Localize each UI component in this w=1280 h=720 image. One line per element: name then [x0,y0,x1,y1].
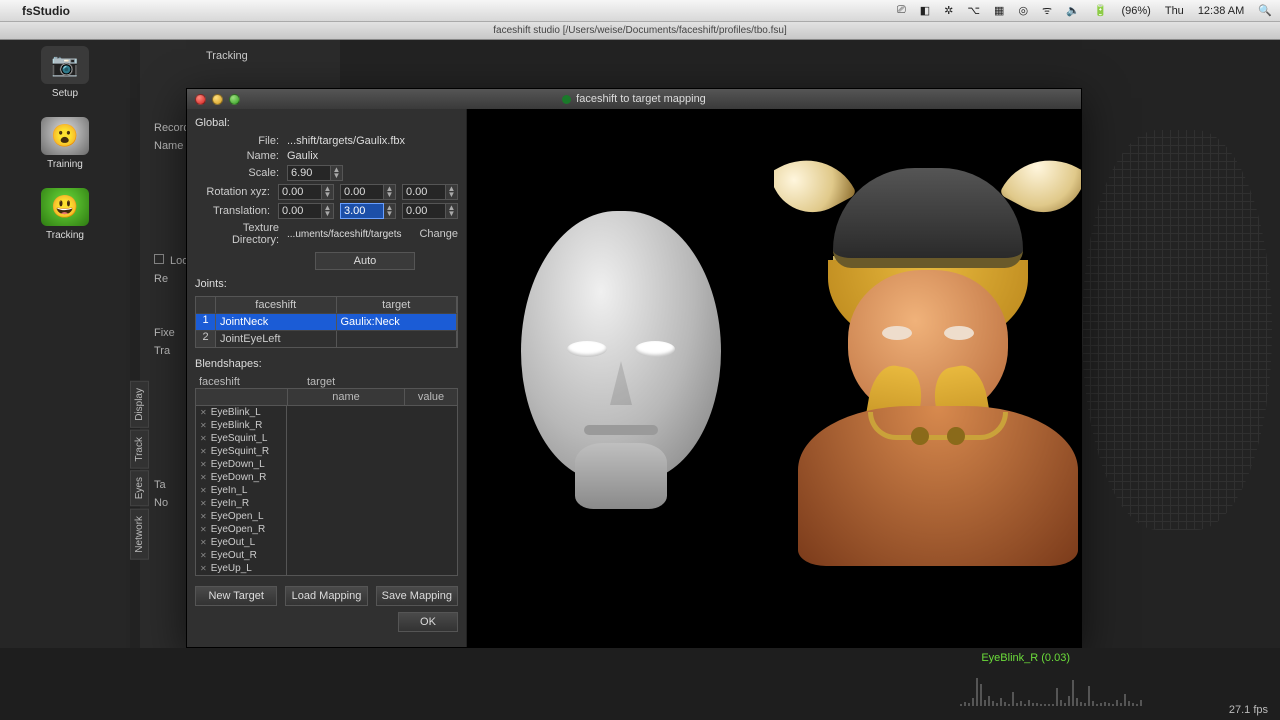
clock-day: Thu [1165,5,1184,17]
target-head-pane[interactable] [774,109,1081,647]
list-item[interactable]: EyeOpen_L [196,510,286,523]
menu-extra-icon[interactable]: ◧ [920,4,930,17]
wifi-icon[interactable]: ᯤ [1042,3,1052,18]
rail-setup[interactable]: 📷 Setup [0,46,130,99]
volume-icon[interactable]: 🔈 [1066,4,1080,17]
mode-rail: 📷 Setup 😮 Training 😃 Tracking [0,40,130,720]
list-item[interactable]: EyeIn_R [196,497,286,510]
wireframe-head [1082,130,1272,530]
zoom-icon[interactable] [229,94,240,105]
battery-icon[interactable]: 🔋 [1094,4,1108,17]
close-icon[interactable] [195,94,206,105]
mapping-dialog: faceshift to target mapping Global: File… [186,88,1082,648]
rot-x-stepper[interactable]: ▲▼ [278,184,334,200]
clock-time: 12:38 AM [1198,5,1244,17]
current-blendshape-readout: EyeBlink_R (0.03) [981,652,1070,664]
trans-y-stepper[interactable]: ▲▼ [340,203,396,219]
table-row[interactable]: 1 JointNeck Gaulix:Neck [196,313,457,330]
list-item[interactable]: EyeIn_L [196,484,286,497]
list-item[interactable]: EyeOut_R [196,549,286,562]
list-item[interactable]: EyeBlink_L [196,406,286,419]
load-mapping-button[interactable]: Load Mapping [285,586,367,606]
menu-extra-icon[interactable]: ⌥ [967,4,980,17]
list-item[interactable]: EyeOut_L [196,536,286,549]
face-icon: 😮 [41,117,89,155]
window-title: faceshift studio [/Users/weise/Documents… [0,22,1280,40]
minimize-icon[interactable] [212,94,223,105]
rail-training[interactable]: 😮 Training [0,117,130,170]
name-value: Gaulix [287,150,458,162]
tab-network[interactable]: Network [130,509,149,560]
battery-percent: (96%) [1122,5,1151,17]
camera-icon: 📷 [41,46,89,84]
preview-viewport[interactable] [467,109,1081,647]
menubar-status-area: ⎚ ◧ ✲ ⌥ ▦ ◎ ᯤ 🔈 🔋 (96%) Thu 12:38 AM 🔍 [897,3,1272,18]
global-section: Global: [195,117,458,129]
tracking-icon: 😃 [41,188,89,226]
trans-z-stepper[interactable]: ▲▼ [402,203,458,219]
change-button[interactable]: Change [419,228,458,240]
rail-tracking[interactable]: 😃 Tracking [0,188,130,241]
rot-z-stepper[interactable]: ▲▼ [402,184,458,200]
mapping-form: Global: File: ...shift/targets/Gaulix.fb… [187,109,467,647]
joints-table[interactable]: faceshift target 1 JointNeck Gaulix:Neck… [195,296,458,348]
save-mapping-button[interactable]: Save Mapping [376,586,458,606]
new-target-button[interactable]: New Target [195,586,277,606]
table-row[interactable]: 2 JointEyeLeft [196,330,457,347]
activity-graph [960,666,1220,706]
blendshapes-list[interactable]: EyeBlink_LEyeBlink_REyeSquint_LEyeSquint… [195,406,287,576]
tab-track[interactable]: Track [130,430,149,469]
list-item[interactable]: EyeDown_L [196,458,286,471]
list-item[interactable]: EyeUp_L [196,562,286,575]
trans-x-stepper[interactable]: ▲▼ [278,203,334,219]
tab-eyes[interactable]: Eyes [130,470,149,506]
scale-stepper[interactable]: ▲▼ [287,165,343,181]
fps-readout: 27.1 fps [1229,704,1268,716]
source-head-pane[interactable] [467,109,774,647]
list-item[interactable]: EyeDown_R [196,471,286,484]
blendshapes-target-grid[interactable] [287,406,458,576]
rot-y-stepper[interactable]: ▲▼ [340,184,396,200]
mac-menubar: fsStudio ⎚ ◧ ✲ ⌥ ▦ ◎ ᯤ 🔈 🔋 (96%) Thu 12:… [0,0,1280,22]
file-value: ...shift/targets/Gaulix.fbx [287,135,458,147]
list-item[interactable]: EyeBlink_R [196,419,286,432]
texdir-value: ...uments/faceshift/targets [287,229,409,240]
status-footer: EyeBlink_R (0.03) 27.1 fps [0,648,1280,720]
blendshapes-section: Blendshapes: [195,358,458,370]
list-item[interactable]: EyeSquint_R [196,445,286,458]
app-name[interactable]: fsStudio [22,4,70,18]
spotlight-icon[interactable]: 🔍 [1258,4,1272,17]
auto-button[interactable]: Auto [315,252,415,270]
ok-button[interactable]: OK [398,612,458,632]
menu-extra-icon[interactable]: ◎ [1018,4,1028,17]
menu-extra-icon[interactable]: ⎚ [897,4,906,17]
dialog-title: faceshift to target mapping [576,93,706,105]
list-item[interactable]: EyeUp_R [196,575,286,576]
dialog-titlebar[interactable]: faceshift to target mapping [187,89,1081,109]
menu-extra-icon[interactable]: ✲ [944,4,953,17]
side-tabs: Display Track Eyes Network [130,380,149,560]
list-item[interactable]: EyeOpen_R [196,523,286,536]
joints-section: Joints: [195,278,458,290]
list-item[interactable]: EyeSquint_L [196,432,286,445]
menu-extra-icon[interactable]: ▦ [994,4,1004,17]
tab-display[interactable]: Display [130,381,149,428]
